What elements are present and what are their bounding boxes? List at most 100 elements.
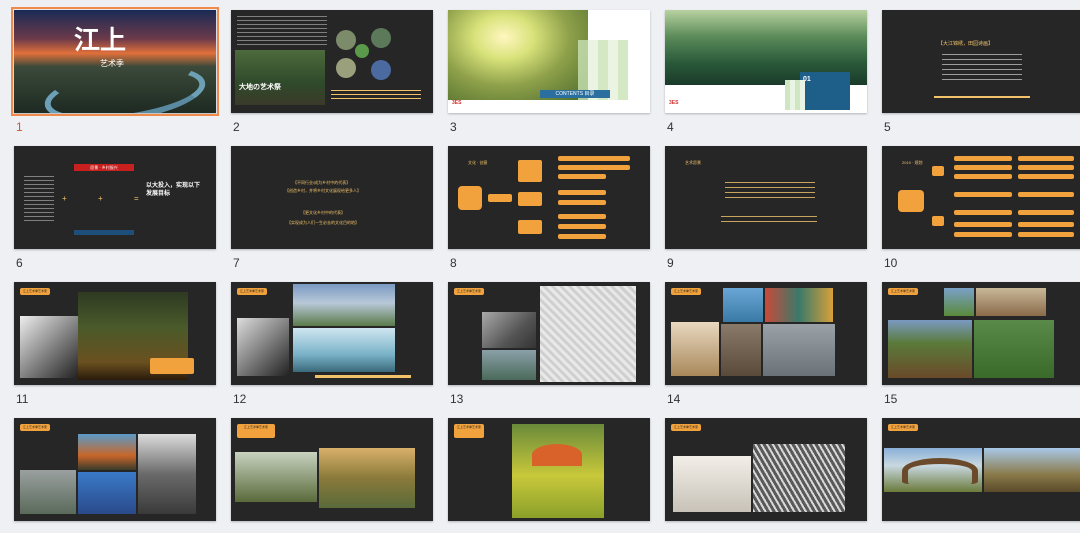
leaf-node: [1018, 222, 1074, 227]
slide-16[interactable]: 江上艺术季艺术家: [10, 418, 220, 521]
statement-line: 【不同行业/成为乡村中的代表】: [293, 180, 351, 185]
slide-9[interactable]: 艺术愿景 9: [661, 146, 871, 270]
leaf-node: [1018, 232, 1074, 237]
slide-2[interactable]: 大地の艺术祭 2: [227, 10, 437, 134]
slide-5-thumbnail[interactable]: 【大江锦绣，田园诗画】: [882, 10, 1080, 113]
slide-18-thumbnail[interactable]: 江上艺术季艺术家: [448, 418, 650, 521]
artist-tag: 江上艺术季艺术家: [454, 424, 484, 438]
bicycle-photo: [763, 324, 835, 376]
logo-text: 3ES: [669, 100, 679, 106]
tag-banner: 愿景 · 乡村振兴: [74, 164, 134, 171]
slide-8-thumbnail[interactable]: 文化 · 创意: [448, 146, 650, 249]
slide-1-title: 江上: [74, 26, 127, 56]
white-gallery-photo: [673, 456, 751, 512]
slide-3[interactable]: CONTENTS 目录 3ES 3: [444, 10, 654, 134]
statement-line: 【实现成为人们一生必去的文化目的地】: [287, 220, 359, 225]
slide-17-thumbnail[interactable]: 江上艺术季艺术家: [231, 418, 433, 521]
building-facade-photo: [540, 286, 636, 382]
root-node: [898, 190, 924, 212]
slide-8[interactable]: 文化 · 创意 8: [444, 146, 654, 270]
plus-icon: +: [62, 194, 67, 203]
slide-20-thumbnail[interactable]: 江上艺术季艺术家: [882, 418, 1080, 521]
slide-11-thumbnail[interactable]: 江上艺术季艺术家: [14, 282, 216, 385]
slide-10-thumbnail[interactable]: 2019 · 规划: [882, 146, 1080, 249]
circle-photo: [336, 30, 356, 50]
installation-photo: [888, 320, 972, 378]
slide-number: 7: [233, 256, 240, 270]
slide-2-thumbnail[interactable]: 大地の艺术祭: [231, 10, 433, 113]
autumn-photo: [319, 448, 415, 508]
arch-shape: [902, 458, 978, 484]
slide-3-thumbnail[interactable]: CONTENTS 目录 3ES: [448, 10, 650, 113]
branch-node: [932, 166, 944, 176]
slide-7[interactable]: 【不同行业/成为乡村中的代表】 【创造乡村，并将乡村文化展现给更多人】 【更文化…: [227, 146, 437, 270]
artwork-photo: [723, 288, 763, 322]
slide-10[interactable]: 2019 · 规划 10: [878, 146, 1080, 270]
figure-sculpture-photo: [78, 434, 136, 470]
slide-number: 8: [450, 256, 457, 270]
plus-icon: +: [98, 194, 103, 203]
leaf-node: [558, 200, 606, 205]
building-photo: [293, 284, 395, 326]
slide-number: 9: [667, 256, 674, 270]
artist-tag: 江上艺术季艺术家: [20, 424, 50, 431]
slide-15[interactable]: 江上艺术季艺术家 15: [878, 282, 1080, 406]
sculpture-photo: [20, 470, 76, 514]
slide-13-thumbnail[interactable]: 江上艺术季艺术家: [448, 282, 650, 385]
web-installation-photo: [753, 444, 845, 512]
interior-photo: [293, 328, 395, 372]
artist-tag: 江上艺术季艺术家: [237, 288, 267, 295]
terrace-photo: [974, 320, 1054, 378]
field-performance-photo: [512, 424, 604, 518]
slide-1-thumbnail[interactable]: 江上 艺术季: [11, 7, 219, 116]
slide-5[interactable]: 【大江锦绣，田园诗画】 5: [878, 10, 1080, 134]
slide-6-thumbnail[interactable]: 愿景 · 乡村振兴 + + = 以大投入，实现以下 发展目标: [14, 146, 216, 249]
statement-line: 【更文化乡村中的代表】: [301, 210, 345, 215]
slide-number: 2: [233, 120, 240, 134]
slide-4[interactable]: 01 3ES 4: [661, 10, 871, 134]
slide-10-heading: 2019 · 规划: [902, 160, 923, 165]
leaf-node: [954, 222, 1012, 227]
slide-2-title: 大地の艺术祭: [239, 84, 281, 91]
goal-heading: 以大投入，实现以下 发展目标: [146, 183, 201, 197]
slide-7-thumbnail[interactable]: 【不同行业/成为乡村中的代表】 【创造乡村，并将乡村文化展现给更多人】 【更文化…: [231, 146, 433, 249]
branch-node: [518, 220, 542, 234]
slide-14[interactable]: 江上艺术季艺术家 14: [661, 282, 871, 406]
slide-number: 10: [884, 256, 898, 270]
slide-16-thumbnail[interactable]: 江上艺术季艺术家: [14, 418, 216, 521]
portrait-photo: [20, 316, 78, 378]
slide-15-thumbnail[interactable]: 江上艺术季艺术家: [882, 282, 1080, 385]
sculpture-photo: [976, 288, 1046, 316]
text-block: [942, 54, 1022, 84]
slide-11[interactable]: 江上艺术季艺术家 11: [10, 282, 220, 406]
artist-tag: 江上艺术季艺术家: [237, 424, 275, 438]
slide-13[interactable]: 江上艺术季艺术家 13: [444, 282, 654, 406]
caption-line: [315, 375, 411, 378]
slide-19-thumbnail[interactable]: 江上艺术季艺术家: [665, 418, 867, 521]
artist-tag: 江上艺术季艺术家: [20, 288, 50, 295]
slide-6[interactable]: 愿景 · 乡村振兴 + + = 以大投入，实现以下 发展目标 6: [10, 146, 220, 270]
leaf-node: [558, 224, 606, 229]
slide-number: 14: [667, 392, 681, 406]
caption-box: [150, 358, 194, 374]
root-node: [458, 186, 482, 210]
slide-12[interactable]: 江上艺术季艺术家 12: [227, 282, 437, 406]
slide-12-thumbnail[interactable]: 江上艺术季艺术家: [231, 282, 433, 385]
leaf-node: [558, 156, 630, 161]
slide-9-thumbnail[interactable]: 艺术愿景: [665, 146, 867, 249]
slide-19[interactable]: 江上艺术季艺术家: [661, 418, 871, 521]
slide-sorter-grid: 江上 艺术季 1 大地の艺术祭 2 CONTENTS 目录 3ES 3 01 3…: [0, 0, 1080, 533]
sculpture-photo: [482, 312, 536, 348]
slide-1[interactable]: 江上 艺术季 1: [10, 7, 220, 134]
slide-17[interactable]: 江上艺术季艺术家: [227, 418, 437, 521]
artist-tag: 江上艺术季艺术家: [454, 288, 484, 295]
slide-4-thumbnail[interactable]: 01 3ES: [665, 10, 867, 113]
slide-14-thumbnail[interactable]: 江上艺术季艺术家: [665, 282, 867, 385]
slide-number: 13: [450, 392, 464, 406]
leaf-node: [954, 165, 1012, 170]
leaf-node: [558, 214, 606, 219]
slide-18[interactable]: 江上艺术季艺术家: [444, 418, 654, 521]
slide-20[interactable]: 江上艺术季艺术家: [878, 418, 1080, 521]
branch-node: [518, 160, 542, 182]
portrait-photo: [237, 318, 289, 376]
